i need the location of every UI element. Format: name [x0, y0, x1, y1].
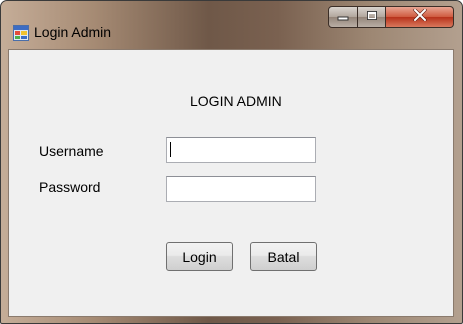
- login-button[interactable]: Login: [166, 242, 233, 271]
- minimize-button[interactable]: [328, 6, 358, 28]
- username-field[interactable]: [166, 137, 316, 163]
- text-caret: [170, 142, 171, 157]
- maximize-icon: [366, 8, 378, 26]
- maximize-button[interactable]: [358, 6, 386, 28]
- windows-form-icon: [13, 25, 29, 41]
- title-bar[interactable]: Login Admin: [1, 1, 462, 49]
- minimize-icon: [337, 8, 349, 26]
- username-label: Username: [39, 143, 104, 159]
- caption-buttons: [328, 6, 454, 28]
- window-title: Login Admin: [34, 24, 112, 40]
- password-label: Password: [39, 179, 101, 195]
- cancel-button[interactable]: Batal: [250, 242, 317, 271]
- password-field[interactable]: [166, 176, 316, 202]
- close-button[interactable]: [386, 6, 454, 28]
- close-icon: [412, 8, 427, 26]
- login-heading: LOGIN ADMIN: [190, 93, 282, 109]
